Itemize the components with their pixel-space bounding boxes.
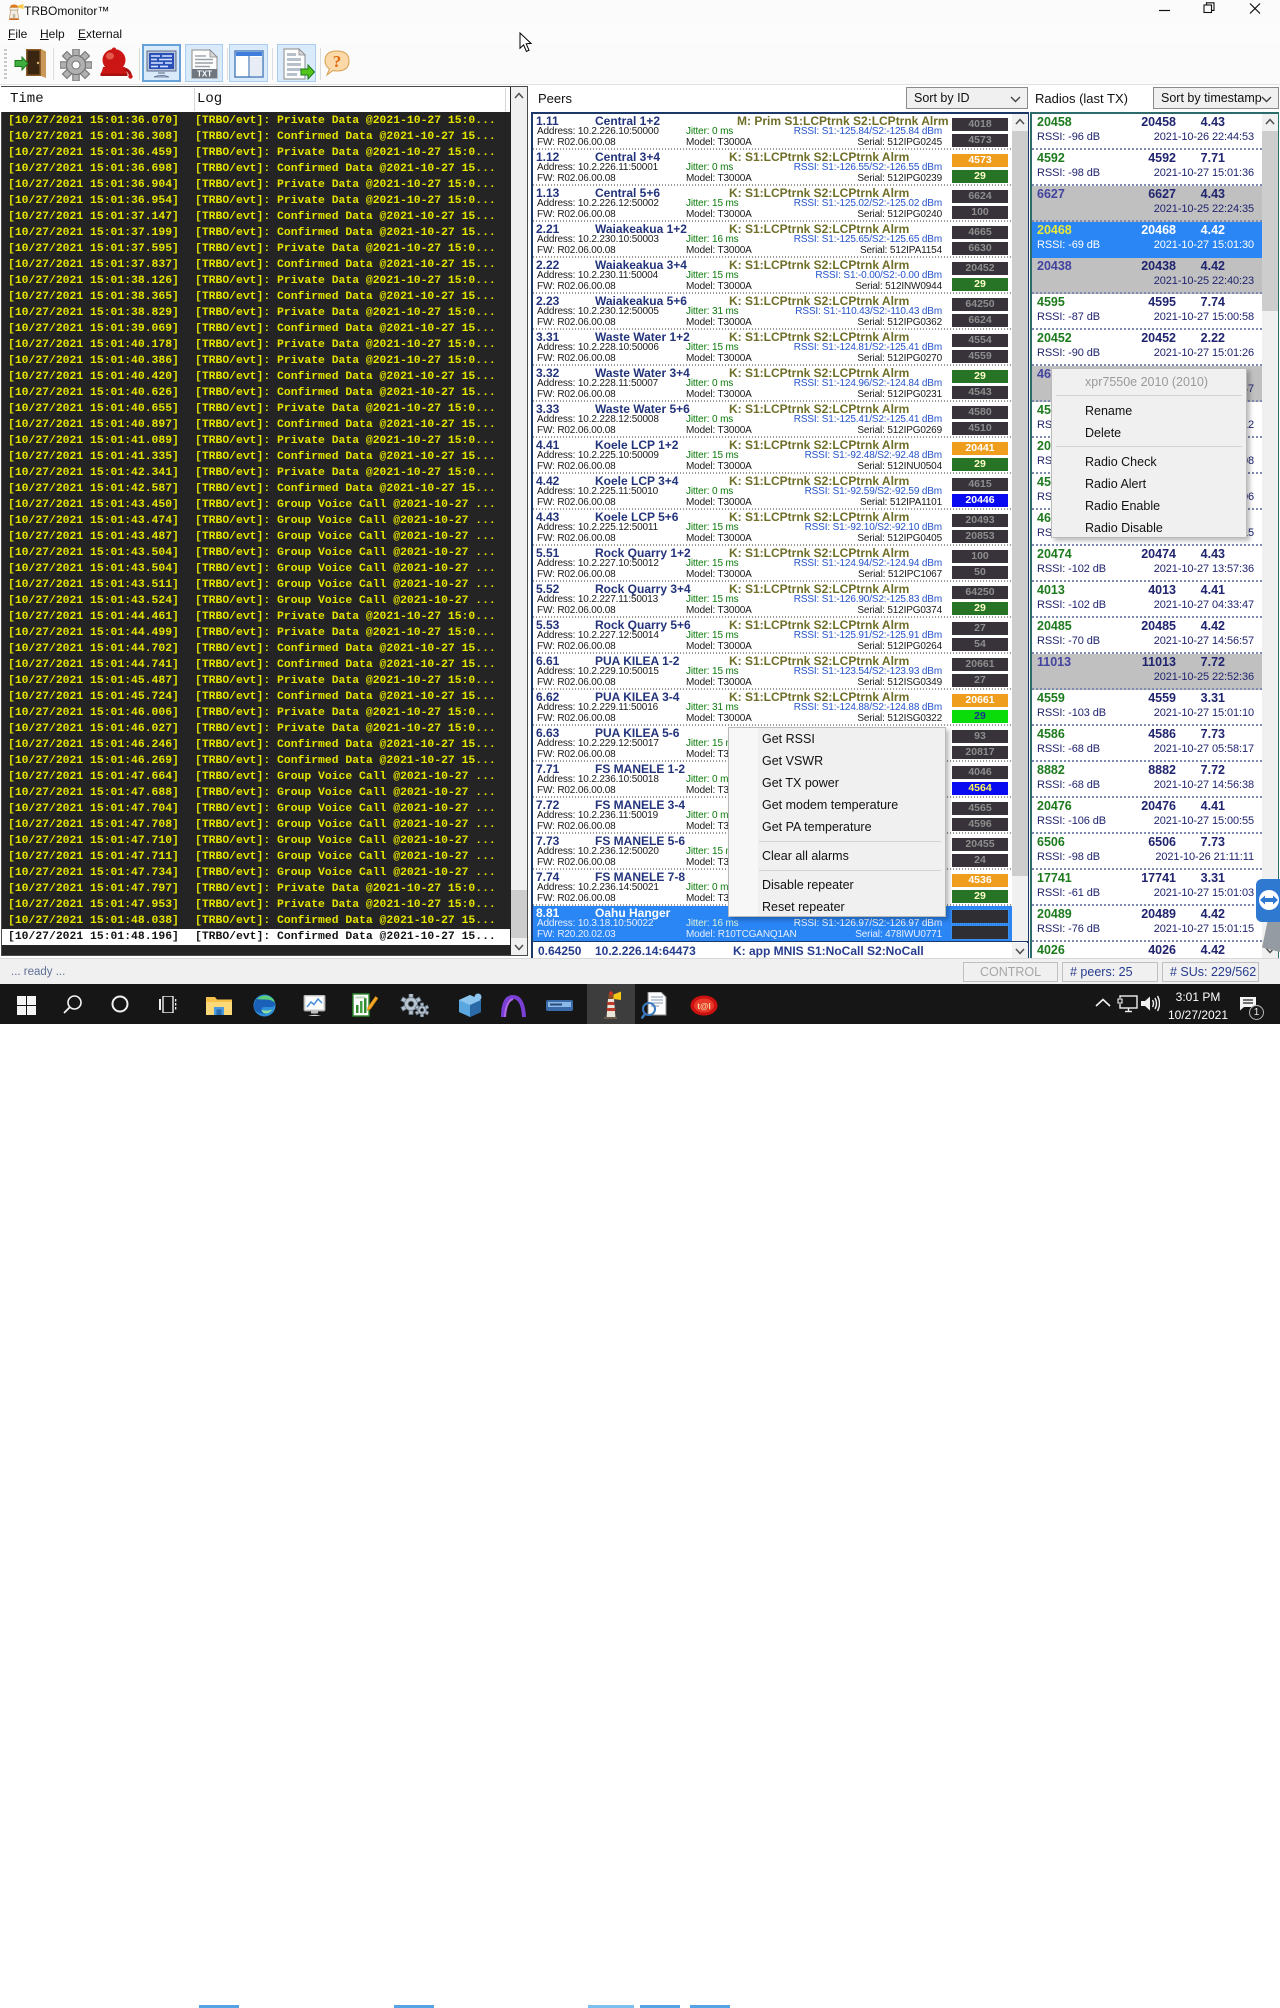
svg-text:?: ? (333, 52, 342, 71)
svg-text:TXT: TXT (197, 70, 212, 79)
svg-text:t@l: t@l (697, 1001, 710, 1011)
